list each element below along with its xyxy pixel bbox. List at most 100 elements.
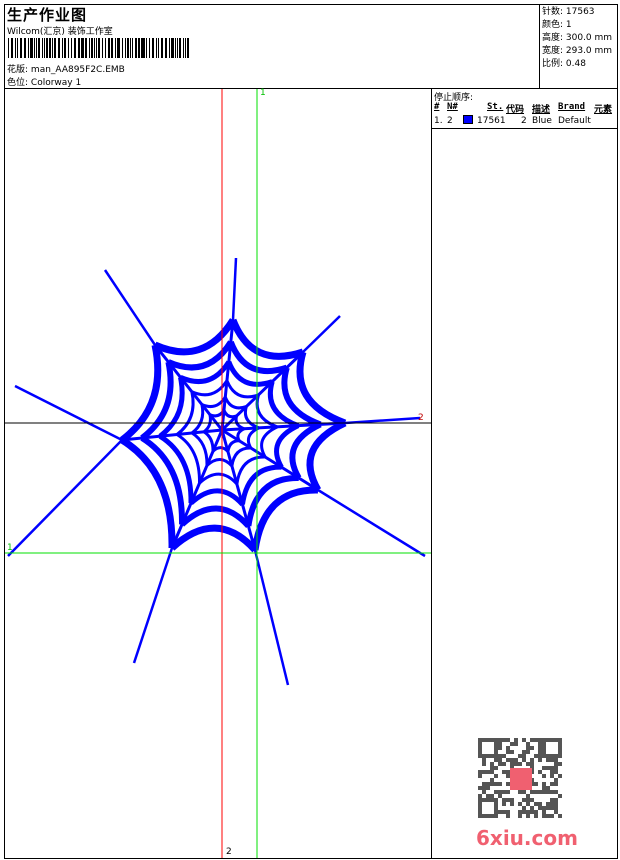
qr-module [550,814,554,818]
qr-module [486,770,490,774]
qr-module [486,794,490,798]
qr-module [482,762,486,766]
web-thread [302,315,341,353]
web-thread [103,269,157,346]
web-ring-segment [229,318,305,360]
qr-module [554,790,558,794]
qr-module [506,810,510,814]
qr-module [510,762,514,766]
qr-module [538,758,542,762]
qr-module [502,770,506,774]
row-n: 2 [447,116,453,126]
qr-module [550,766,554,770]
qr-module [478,794,482,798]
qr-module [506,798,510,802]
web-thread [14,384,123,442]
qr-module [538,802,542,806]
qr-module [518,790,522,794]
qr-module [542,810,546,814]
qr-finder [478,738,498,758]
col-n: N# [447,102,458,112]
qr-module [538,746,542,750]
qr-module [502,738,506,742]
web-thread [231,257,238,321]
qr-module [522,798,526,802]
axis-label-h-green: 1 [7,543,13,553]
qr-module [550,758,554,762]
web-ring-segment [189,488,245,507]
qr-module [526,750,530,754]
web-thread [344,416,421,425]
web-ring-segment [198,472,238,486]
qr-module [550,798,554,802]
qr-module [558,774,562,778]
axis-label-v-green: 1 [260,88,266,98]
qr-code-watermark [478,738,562,818]
qr-module [526,798,530,802]
qr-module [502,754,506,758]
qr-module [506,758,510,762]
qr-module [498,758,502,762]
qr-module [554,770,558,774]
qr-module [506,782,510,786]
web-ring-segment [239,464,282,505]
qr-module [534,738,538,742]
qr-module [554,798,558,802]
qr-module [506,814,510,818]
qr-module [546,766,550,770]
qr-module [542,814,546,818]
qr-module [534,754,538,758]
qr-module [530,738,534,742]
qr-module [554,806,558,810]
qr-module [534,814,538,818]
qr-module [486,782,490,786]
qr-module [546,758,550,762]
qr-module [538,750,542,754]
qr-module [498,790,502,794]
qr-module [558,794,562,798]
design-file: 花版: man_AA895F2C.EMB [7,65,125,75]
qr-module [522,758,526,762]
row-stitches: 17561 [477,116,506,126]
col-element: 元素 [594,105,613,115]
qr-module [494,782,498,786]
qr-module [510,798,514,802]
qr-module [554,758,558,762]
color-count: 颜色: 1 [542,20,572,30]
col-index: # [434,102,440,112]
qr-module [506,770,510,774]
qr-module [554,802,558,806]
qr-module [482,758,486,762]
qr-module [542,786,546,790]
qr-module [502,810,506,814]
qr-module [538,738,542,742]
design-preview [5,89,431,858]
color-swatch [463,115,473,124]
web-ring-segment [191,431,209,466]
qr-module [522,754,526,758]
design-height: 高度: 300.0 mm [542,33,613,43]
qr-module [542,782,546,786]
qr-module [538,770,542,774]
qr-module [522,738,526,742]
watermark-text: 6xiu.com [476,826,578,850]
col-code: 代码 [506,105,525,115]
qr-module [550,774,554,778]
qr-module [546,790,550,794]
qr-module [546,802,550,806]
qr-module [490,770,494,774]
row-code: 2 [521,116,527,126]
barcode [8,38,190,58]
qr-module [490,766,494,770]
qr-module [514,742,518,746]
qr-module [498,742,502,746]
qr-module [518,802,522,806]
qr-module [558,814,562,818]
qr-module [534,790,538,794]
web-ring-segment [296,351,347,427]
qr-module [502,790,506,794]
row-brand: Default [558,116,591,126]
qr-module [530,790,534,794]
colorway: 色位: Colorway 1 [7,78,82,88]
col-description: 描述 [532,105,551,115]
